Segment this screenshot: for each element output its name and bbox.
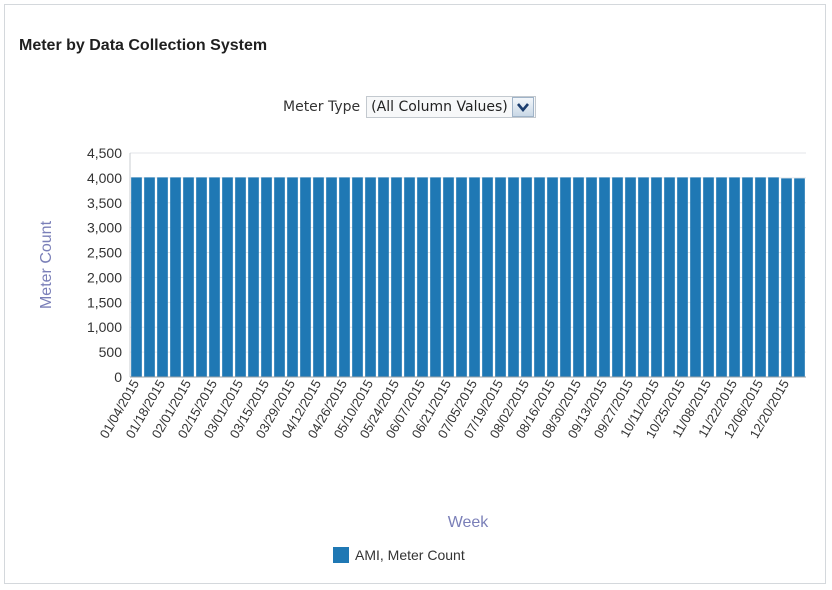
meter-type-select[interactable]: (All Column Values) xyxy=(366,96,536,118)
chart-title: Meter by Data Collection System xyxy=(19,37,268,54)
meter-type-filter: Meter Type (All Column Values) xyxy=(283,95,536,119)
legend-swatch xyxy=(333,547,349,563)
legend: AMI, Meter Count xyxy=(333,547,465,563)
chevron-down-icon[interactable] xyxy=(511,97,534,117)
meter-type-label: Meter Type xyxy=(283,99,361,115)
legend-label: AMI, Meter Count xyxy=(355,547,465,563)
chart-panel xyxy=(4,4,826,584)
meter-type-value: (All Column Values) xyxy=(371,99,508,115)
